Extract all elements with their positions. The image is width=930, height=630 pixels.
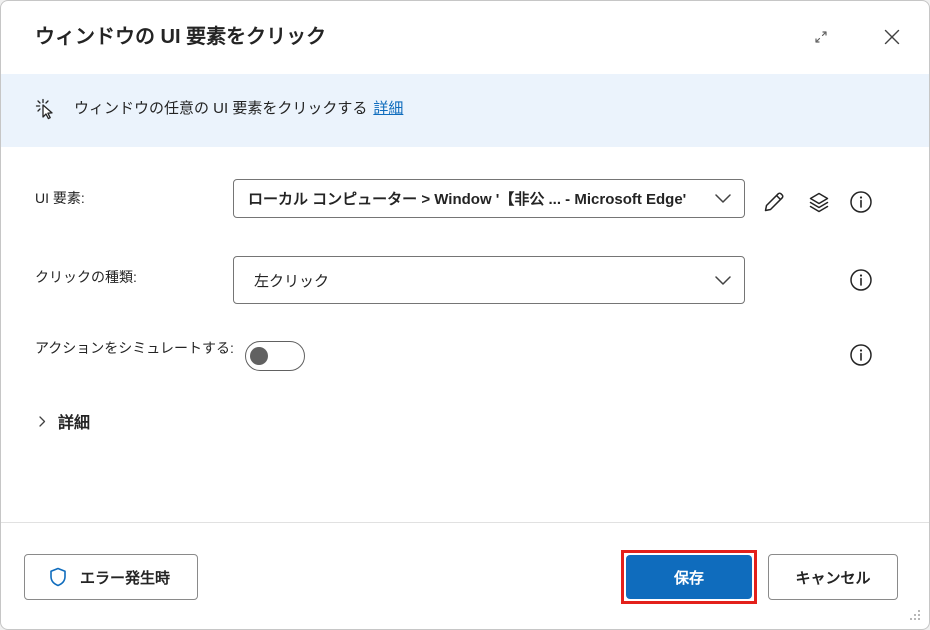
chevron-down-icon <box>715 275 731 285</box>
edit-ui-element-button[interactable] <box>762 190 786 214</box>
banner-text: ウィンドウの任意の UI 要素をクリックする <box>74 100 368 117</box>
click-type-select-value: 左クリック <box>254 272 330 290</box>
advanced-section-toggle[interactable]: 詳細 <box>34 408 90 434</box>
cursor-click-icon <box>35 98 53 120</box>
banner-description: ウィンドウの任意の UI 要素をクリックする 詳細 <box>74 98 403 120</box>
close-icon <box>884 29 900 45</box>
pencil-icon <box>764 192 784 212</box>
ui-element-select[interactable]: ローカル コンピューター > Window '【非公 ... - Microso… <box>233 179 745 218</box>
save-button[interactable]: 保存 <box>626 555 752 599</box>
learn-more-link[interactable]: 詳細 <box>373 100 403 117</box>
click-ui-element-dialog: ウィンドウの UI 要素をクリック ウィンドウの任意の UI 要素をクリックする… <box>0 0 930 630</box>
resize-grip[interactable] <box>907 607 921 621</box>
shield-icon <box>50 567 66 587</box>
cancel-button-label: キャンセル <box>795 569 871 587</box>
save-button-label: 保存 <box>673 569 704 587</box>
footer-divider <box>1 522 929 523</box>
chevron-down-icon <box>715 194 731 203</box>
simulate-action-info-button[interactable] <box>849 343 873 367</box>
cancel-button[interactable]: キャンセル <box>768 554 898 600</box>
click-type-info-button[interactable] <box>849 268 873 292</box>
info-icon <box>850 344 872 366</box>
info-icon <box>850 269 872 291</box>
advanced-chevron <box>34 408 50 434</box>
expand-dialog-button[interactable] <box>805 21 837 53</box>
on-error-button-label: エラー発生時 <box>80 569 171 587</box>
close-button[interactable] <box>876 21 908 53</box>
ui-element-repository-button[interactable] <box>807 190 831 214</box>
simulate-action-label: アクションをシミュレートする: <box>35 340 234 356</box>
expand-icon <box>815 31 827 43</box>
ui-element-info-button[interactable] <box>849 190 873 214</box>
click-type-label: クリックの種類: <box>35 269 137 285</box>
advanced-section-label: 詳細 <box>58 415 91 432</box>
info-banner: ウィンドウの任意の UI 要素をクリックする 詳細 <box>1 74 929 147</box>
ui-element-label: UI 要素: <box>35 190 85 206</box>
info-icon <box>850 191 872 213</box>
layers-icon <box>809 192 829 213</box>
click-type-select[interactable]: 左クリック <box>233 256 745 304</box>
on-error-button[interactable]: エラー発生時 <box>24 554 198 600</box>
simulate-action-toggle[interactable] <box>245 341 305 371</box>
chevron-right-icon <box>38 415 45 427</box>
dialog-title: ウィンドウの UI 要素をクリック <box>35 26 327 48</box>
ui-element-select-value: ローカル コンピューター > Window '【非公 ... - Microso… <box>248 191 687 208</box>
toggle-knob <box>250 347 268 365</box>
